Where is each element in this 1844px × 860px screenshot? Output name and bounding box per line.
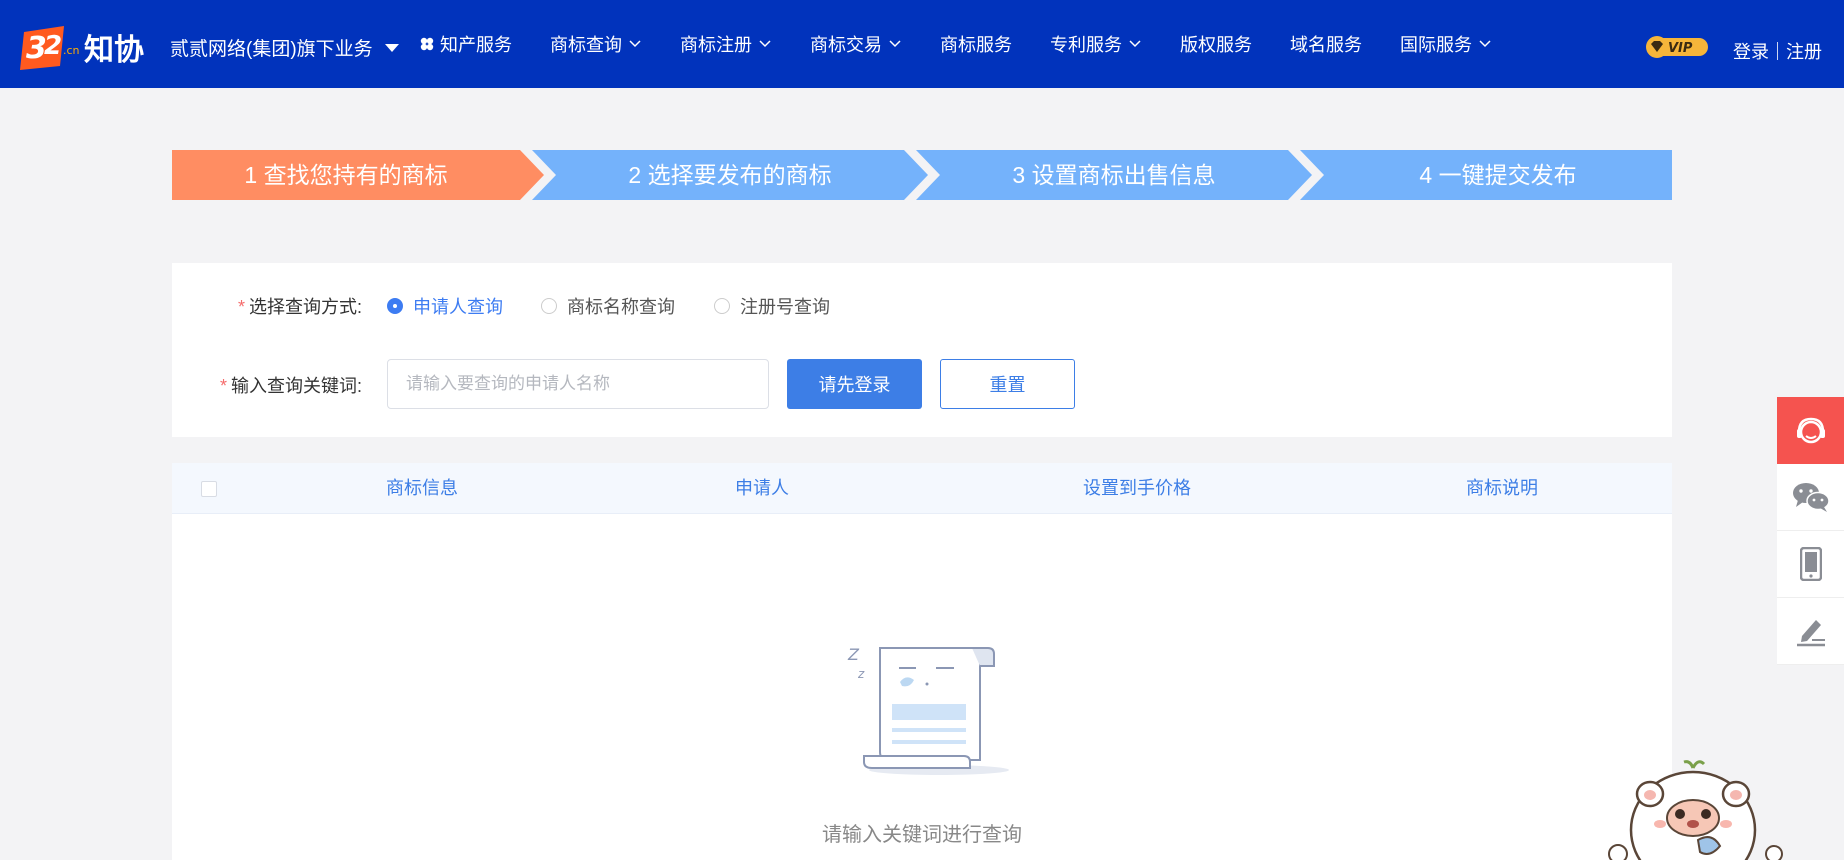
keyword-input[interactable] — [387, 359, 769, 409]
wechat-icon — [1792, 483, 1830, 512]
nav-item-domain-services[interactable]: 域名服务 — [1290, 31, 1362, 57]
select-all-checkbox[interactable] — [201, 481, 217, 497]
nav-item-copyright-services[interactable]: 版权服务 — [1180, 31, 1252, 57]
radio-label: 注册号查询 — [740, 297, 830, 317]
nav-item-label: 商标注册 — [680, 35, 752, 55]
vip-badge[interactable]: VIP — [1646, 36, 1708, 58]
auth-links: 登录 注册 — [1733, 38, 1822, 64]
business-group-label: 贰贰网络(集团)旗下业务 — [170, 39, 373, 60]
register-link[interactable]: 注册 — [1786, 38, 1822, 64]
business-group-dropdown[interactable]: 贰贰网络(集团)旗下业务 — [170, 34, 399, 61]
feedback-button[interactable] — [1777, 598, 1844, 665]
nav-item-trademark-services[interactable]: 商标服务 — [940, 31, 1012, 57]
step-1-label: 1 查找您持有的商标 — [244, 162, 448, 188]
publish-steps: 1 查找您持有的商标 2 选择要发布的商标 3 设置商标出售信息 4 一键提交发… — [172, 150, 1672, 200]
nav-item-label: 版权服务 — [1180, 35, 1252, 55]
chevron-down-icon — [1129, 40, 1141, 48]
nav-item-trademark-registration[interactable]: 商标注册 — [680, 31, 772, 57]
nav-item-label: 商标服务 — [940, 35, 1012, 55]
chevron-down-icon — [1479, 40, 1491, 48]
nav-item-label: 商标查询 — [550, 35, 622, 55]
nav-item-label: 知产服务 — [440, 35, 512, 55]
step-3-label: 3 设置商标出售信息 — [1012, 162, 1216, 188]
empty-state-text: 请输入关键词进行查询 — [822, 824, 1022, 846]
radio-applicant-query[interactable]: 申请人查询 — [387, 293, 503, 319]
table-header: 商标信息 申请人 设置到手价格 商标说明 — [172, 463, 1672, 514]
empty-state-illustration: Z z — [847, 645, 1009, 775]
step-4-label: 4 一键提交发布 — [1419, 162, 1577, 188]
login-link[interactable]: 登录 — [1733, 38, 1769, 64]
column-header-applicant: 申请人 — [735, 478, 789, 498]
feedback-icon — [1796, 620, 1825, 647]
nav-item-international-services[interactable]: 国际服务 — [1400, 31, 1492, 57]
svg-text:.cn: .cn — [63, 44, 80, 57]
radio-dot — [387, 298, 403, 314]
nav-item-label: 专利服务 — [1050, 35, 1122, 55]
nav-item-label: 域名服务 — [1290, 35, 1362, 55]
trademark-table: 商标信息 申请人 设置到手价格 商标说明 Z z 请输入关键词进行查询 — [172, 463, 1672, 860]
caret-down-icon — [384, 43, 399, 52]
mobile-button[interactable] — [1777, 531, 1844, 598]
site-logo[interactable]: 3 2 .cn 知协 — [20, 24, 158, 70]
svg-text:知协: 知协 — [84, 33, 144, 68]
svg-text:2: 2 — [44, 31, 62, 61]
nav-item-trademark-search[interactable]: 商标查询 — [550, 31, 642, 57]
wechat-button[interactable] — [1777, 464, 1844, 531]
svg-text:z: z — [857, 667, 865, 681]
step-2-label: 2 选择要发布的商标 — [628, 162, 832, 188]
chevron-down-icon — [629, 40, 641, 48]
column-header-description: 商标说明 — [1466, 478, 1538, 498]
nav-item-ip-services[interactable]: 知产服务 — [420, 31, 512, 57]
nav-item-patent-services[interactable]: 专利服务 — [1050, 31, 1142, 57]
clover-icon — [420, 37, 434, 51]
top-navbar: 3 2 .cn 知协 贰贰网络(集团)旗下业务 知产服务 商标查询 商标注册 商… — [0, 0, 1844, 88]
reset-button[interactable]: 重置 — [940, 359, 1075, 409]
nav-item-label: 国际服务 — [1400, 35, 1472, 55]
nav-item-trademark-trading[interactable]: 商标交易 — [810, 31, 902, 57]
svg-text:Z: Z — [847, 645, 860, 664]
chevron-down-icon — [889, 40, 901, 48]
main-nav: 知产服务 商标查询 商标注册 商标交易 商标服务 专利服务 版权服务 域名服务 … — [420, 0, 1530, 88]
login-first-button[interactable]: 请先登录 — [787, 359, 922, 409]
mascot-image[interactable] — [1598, 760, 1788, 860]
radio-dot — [714, 298, 730, 314]
query-mode-label: * 选择查询方式: — [237, 297, 362, 317]
radio-label: 申请人查询 — [413, 297, 503, 317]
nav-item-label: 商标交易 — [810, 35, 882, 55]
radio-registration-number-query[interactable]: 注册号查询 — [714, 293, 830, 319]
floating-sidebar — [1777, 397, 1844, 665]
search-form-panel: *选择查询方式: 申请人查询 商标名称查询 注册号查询 *输入查询关键词: 请先… — [172, 263, 1672, 437]
divider — [1777, 42, 1778, 60]
vip-label: VIP — [1668, 41, 1693, 56]
column-header-trademark-info: 商标信息 — [386, 478, 458, 498]
chevron-down-icon — [759, 40, 771, 48]
keyword-label: * 输入查询关键词: — [219, 376, 362, 396]
customer-service-icon — [1796, 417, 1825, 443]
radio-dot — [541, 298, 557, 314]
mobile-icon — [1799, 547, 1822, 581]
column-header-price: 设置到手价格 — [1083, 478, 1191, 498]
radio-trademark-name-query[interactable]: 商标名称查询 — [541, 293, 675, 319]
customer-service-button[interactable] — [1777, 397, 1844, 464]
radio-label: 商标名称查询 — [567, 297, 675, 317]
